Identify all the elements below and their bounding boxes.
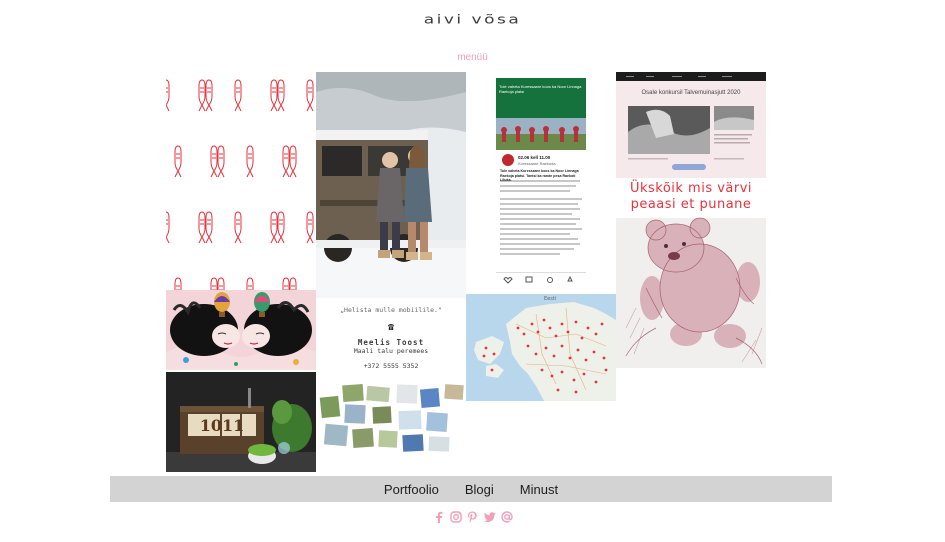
footer-nav: Portfoolio Blogi Minust [110, 476, 832, 502]
estonia-map: Eesti [466, 294, 616, 401]
twitter-icon[interactable] [483, 510, 496, 524]
bear-art-line2: peaasi et punane [630, 197, 752, 212]
social-icons [0, 510, 945, 524]
phone-post-tile[interactable]: Tule vaheta Kuressaare koos ka Noor Linn… [466, 72, 616, 294]
business-card-tile[interactable]: „Helista mulle mobiilile." ☎ Meelis Toos… [316, 298, 466, 382]
map-country-label: Eesti [544, 296, 556, 302]
photo-collage [316, 382, 466, 454]
nav-minust[interactable]: Minust [520, 482, 558, 497]
nav-portfoolio[interactable]: Portfoolio [384, 482, 439, 497]
site-logo[interactable]: aivi võsa [0, 13, 945, 27]
twins-illustration-tile[interactable] [166, 290, 316, 370]
rustic-photo-tile[interactable]: 1011 [166, 372, 316, 472]
phone-post-screenshot [466, 72, 616, 294]
pattern-illustration [166, 72, 316, 290]
menu-link[interactable]: menüü [0, 52, 945, 63]
pattern-tile[interactable] [166, 72, 316, 290]
instagram-icon[interactable] [449, 510, 462, 524]
phone-event-date: 02.06 kell 11.00 [518, 155, 551, 160]
bear-art-line1: Ükskõik mis värvi [629, 181, 753, 196]
contest-page-tile[interactable]: Osale konkursil Talvemuinasjutt 2020 [616, 72, 766, 178]
photo-collage-tile[interactable] [316, 382, 466, 454]
nav-blogi[interactable]: Blogi [465, 482, 494, 497]
pinterest-icon[interactable] [467, 510, 479, 524]
card-subtitle: Maali talu peremees [353, 347, 429, 355]
bear-art-tile[interactable]: Ükskõik mis värvi peaasi et punane [616, 178, 766, 368]
map-tile[interactable]: Eesti [466, 294, 616, 401]
phone-event-place: Kuressaare Raekoda [518, 161, 556, 166]
card-phone: +372 5555 5352 [363, 362, 419, 370]
phone-app-header: Tule vaheta Kuressaare koos ka Noor Linn… [499, 84, 582, 94]
email-icon[interactable] [500, 510, 513, 524]
rustic-sign: 1011 [200, 416, 245, 435]
rustic-photo: 1011 [166, 372, 316, 472]
phone-event-title: Tule vaheta Kuressaare koos ka Noor Linn… [500, 169, 579, 182]
page: aivi võsa menüü 1011 „Helista mulle mobi… [0, 0, 945, 542]
snow-van-photo-tile[interactable] [316, 72, 466, 298]
twins-illustration [166, 290, 316, 370]
card-quote: „Helista mulle mobiilile." [340, 306, 442, 314]
snow-van-photo [316, 72, 466, 298]
card-phone-icon: ☎ [387, 322, 395, 333]
contest-title: Osale konkursil Talvemuinasjutt 2020 [641, 90, 741, 96]
contest-page-screenshot [616, 72, 766, 178]
facebook-icon[interactable] [433, 510, 445, 524]
card-name: Meelis Toost [357, 338, 425, 347]
